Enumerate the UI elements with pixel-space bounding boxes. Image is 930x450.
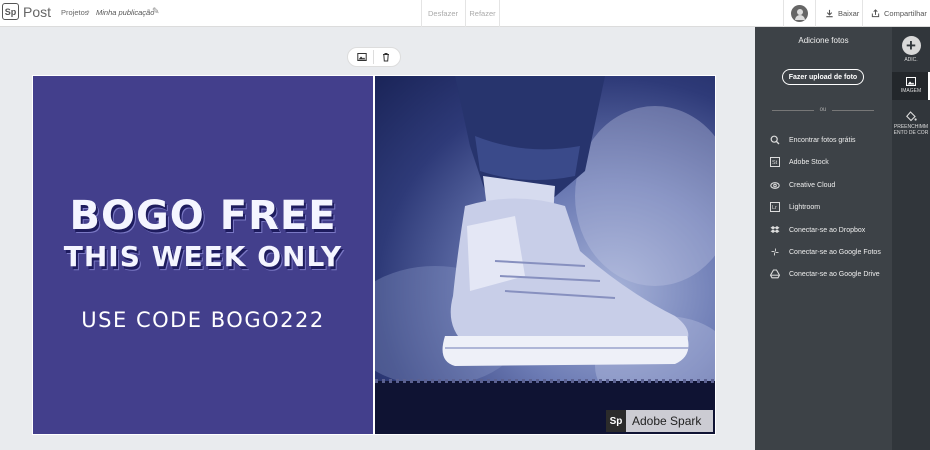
- user-avatar[interactable]: [791, 5, 808, 22]
- source-lightroom[interactable]: Lr Lightroom: [770, 200, 820, 214]
- source-label: Conectar-se ao Google Fotos: [789, 248, 881, 256]
- delete-trash-icon[interactable]: [381, 52, 391, 62]
- share-icon: [871, 9, 880, 18]
- rail-image-button[interactable]: IMAGEM: [892, 77, 930, 94]
- edit-title-pencil-icon[interactable]: ✎: [152, 6, 160, 17]
- upload-photo-button[interactable]: Fazer upload de foto: [782, 69, 864, 85]
- source-adobe-stock[interactable]: St Adobe Stock: [770, 155, 829, 169]
- or-label: ou: [819, 107, 827, 113]
- add-photos-panel: Adicione fotos Fazer upload de foto ou E…: [755, 27, 892, 450]
- download-icon: [826, 9, 833, 18]
- undo-button[interactable]: Desfazer: [421, 0, 465, 27]
- app-name: Post: [23, 4, 52, 20]
- sneaker-photo-illustration: [375, 76, 715, 434]
- divider: [862, 0, 863, 27]
- spark-logo-icon[interactable]: Sp: [2, 3, 19, 20]
- divider: [783, 0, 784, 27]
- paint-bucket-icon: [905, 111, 917, 122]
- source-label: Conectar-se ao Dropbox: [789, 226, 866, 234]
- divider-line: [772, 109, 814, 111]
- text-panel[interactable]: BOGO FREE THIS WEEK ONLY USE CODE BOGO22…: [33, 76, 373, 434]
- image-icon: [906, 77, 916, 86]
- rail-add-button[interactable]: + ADIC.: [892, 36, 930, 63]
- image-mini-toolbar: [347, 47, 401, 67]
- source-google-photos[interactable]: Conectar-se ao Google Fotos: [770, 245, 881, 259]
- google-drive-icon: [770, 269, 780, 279]
- creative-cloud-icon: [770, 180, 780, 190]
- or-divider: ou: [772, 105, 874, 115]
- replace-image-icon[interactable]: [357, 52, 367, 62]
- lightroom-icon: Lr: [770, 202, 780, 212]
- divider: [815, 0, 816, 27]
- source-dropbox[interactable]: Conectar-se ao Dropbox: [770, 223, 865, 237]
- adobe-stock-icon: St: [770, 157, 780, 167]
- source-google-drive[interactable]: Conectar-se ao Google Drive: [770, 267, 880, 281]
- post-canvas[interactable]: BOGO FREE THIS WEEK ONLY USE CODE BOGO22…: [32, 75, 716, 435]
- divider: [499, 0, 500, 27]
- dropbox-icon: [770, 225, 780, 235]
- download-button[interactable]: Baixar: [825, 0, 859, 27]
- source-find-free-photos[interactable]: Encontrar fotos grátis: [770, 133, 856, 147]
- sneaker-photo[interactable]: Sp Adobe Spark: [375, 76, 715, 434]
- divider: [373, 50, 375, 64]
- download-label: Baixar: [838, 9, 860, 18]
- watermark-spark-logo-icon: Sp: [606, 410, 626, 432]
- source-creative-cloud[interactable]: Creative Cloud: [770, 178, 835, 192]
- top-bar: Sp Post Projetos › Minha publicação ✎ De…: [0, 0, 930, 27]
- rail-add-label: ADIC.: [904, 57, 918, 63]
- search-icon: [770, 135, 780, 145]
- plus-icon: +: [901, 36, 921, 55]
- svg-text:St: St: [772, 160, 778, 166]
- source-label: Creative Cloud: [789, 181, 836, 189]
- source-label: Conectar-se ao Google Drive: [789, 270, 880, 278]
- breadcrumb-current-project[interactable]: Minha publicação: [96, 8, 154, 17]
- redo-button[interactable]: Refazer: [466, 0, 499, 27]
- source-label: Encontrar fotos grátis: [789, 136, 856, 144]
- headline-this-week-only[interactable]: THIS WEEK ONLY: [33, 240, 373, 273]
- divider-line: [832, 109, 874, 111]
- rail-fill-label: PREENCHIMM ENTO DE COR: [893, 124, 929, 137]
- breadcrumb-projects-link[interactable]: Projetos: [61, 8, 89, 17]
- google-photos-icon: [770, 247, 780, 257]
- share-label: Compartilhar: [884, 9, 927, 18]
- source-label: Lightroom: [789, 203, 821, 211]
- source-label: Adobe Stock: [789, 158, 829, 166]
- rail-image-label: IMAGEM: [900, 88, 922, 94]
- rail-color-fill-button[interactable]: PREENCHIMM ENTO DE COR: [892, 111, 930, 137]
- promo-code-text[interactable]: USE CODE BOGO222: [33, 308, 373, 332]
- watermark-text: Adobe Spark: [632, 414, 702, 428]
- adobe-spark-watermark: Sp Adobe Spark: [606, 410, 713, 432]
- panel-title: Adicione fotos: [798, 36, 849, 45]
- headline-bogo-free[interactable]: BOGO FREE: [33, 193, 373, 239]
- share-button[interactable]: Compartilhar: [871, 0, 927, 27]
- breadcrumb-separator-icon: ›: [87, 7, 90, 16]
- svg-text:Lr: Lr: [772, 205, 777, 211]
